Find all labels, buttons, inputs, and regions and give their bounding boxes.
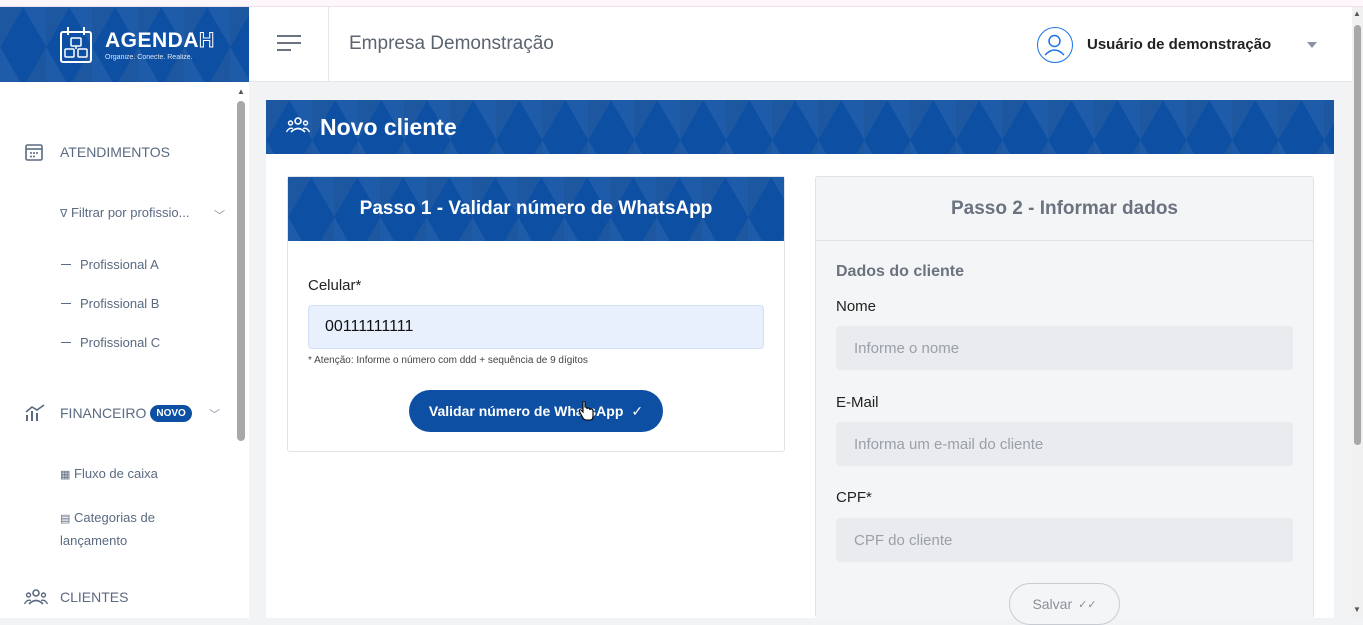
- nav-atendimentos[interactable]: ATENDIMENTOS: [24, 142, 170, 162]
- sidebar-item-categorias[interactable]: ▤ Categorias de lançamento: [60, 507, 155, 551]
- company-name: Empresa Demonstração: [349, 33, 554, 54]
- users-icon: [285, 116, 311, 139]
- save-button[interactable]: Salvar ✓✓: [1009, 583, 1120, 625]
- name-input[interactable]: Informe o nome: [836, 326, 1293, 370]
- browser-top-strip: [0, 0, 1363, 7]
- brand-tagline: Organize. Conecte. Realize.: [105, 53, 193, 61]
- nav-clientes-label: CLIENTES: [60, 589, 129, 605]
- nav-atendimentos-label: ATENDIMENTOS: [60, 144, 170, 160]
- categorias-label-line1: Categorias de: [74, 510, 155, 525]
- cpf-label: CPF*: [836, 489, 872, 506]
- calculator-icon: ▤: [60, 513, 71, 525]
- scroll-up-arrow-icon[interactable]: ▲: [237, 87, 245, 96]
- sidebar-item-professional-a[interactable]: Profissional A: [61, 257, 159, 272]
- name-label: Nome: [836, 298, 877, 315]
- phone-input[interactable]: 00111111111: [308, 305, 764, 349]
- calendar-icon: [24, 142, 50, 162]
- step1-title: Passo 1 - Validar número de WhatsApp: [288, 177, 784, 241]
- menu-toggle-icon[interactable]: [277, 35, 301, 56]
- professional-label: Profissional A: [80, 257, 159, 272]
- nav-clientes[interactable]: CLIENTES: [24, 588, 128, 606]
- sidebar-item-professional-b[interactable]: Profissional B: [61, 296, 159, 311]
- users-icon: [24, 588, 50, 606]
- chart-trend-icon: [24, 403, 50, 423]
- dash-icon: [61, 342, 71, 343]
- sidebar-scrollbar[interactable]: ▲: [235, 87, 249, 618]
- brand-name-bold: AGENDA: [105, 28, 200, 52]
- step2-panel: Passo 2 - Informar dados Dados do client…: [815, 176, 1314, 625]
- email-label: E-Mail: [836, 394, 879, 411]
- page-scroll-up-icon[interactable]: ▲: [1353, 9, 1361, 18]
- brand-header[interactable]: AGENDAH Organize. Conecte. Realize.: [0, 7, 249, 82]
- step1-panel: Passo 1 - Validar número de WhatsApp Cel…: [287, 176, 785, 452]
- categorias-label-line2: lançamento: [60, 533, 128, 548]
- step2-title: Passo 2 - Informar dados: [816, 177, 1313, 241]
- brand-name: AGENDAH: [105, 28, 215, 53]
- user-name[interactable]: Usuário de demonstração: [1087, 36, 1271, 53]
- page-title: Novo cliente: [320, 113, 457, 140]
- filter-icon: ∇: [60, 208, 68, 220]
- sidebar: AGENDAH Organize. Conecte. Realize. ATEN…: [0, 7, 249, 618]
- save-label: Salvar: [1032, 596, 1073, 612]
- page-scroll-down-icon[interactable]: ▼: [1353, 605, 1361, 614]
- filter-professional-select[interactable]: ∇ Filtrar por profissio...: [60, 205, 189, 220]
- sidebar-item-professional-c[interactable]: Profissional C: [61, 335, 160, 350]
- page-scroll-thumb[interactable]: [1354, 25, 1361, 445]
- cpf-input[interactable]: CPF do cliente: [836, 518, 1293, 562]
- validate-whatsapp-button[interactable]: Validar número de WhatsApp ✓: [409, 390, 663, 432]
- page-header: Novo cliente: [266, 100, 1334, 154]
- brand-name-outline: H: [199, 28, 215, 52]
- top-header: Empresa Demonstração Usuário de demonstr…: [249, 7, 1352, 82]
- validate-label: Validar número de WhatsApp: [428, 403, 624, 419]
- phone-label: Celular*: [308, 277, 362, 294]
- check-icon: ✓: [631, 402, 644, 419]
- filter-label: Filtrar por profissio...: [70, 205, 190, 220]
- new-client-card: Novo cliente Passo 1 - Validar número de…: [266, 100, 1334, 625]
- professional-label: Profissional B: [80, 296, 160, 311]
- header-divider: [328, 7, 329, 82]
- page-scrollbar[interactable]: ▲ ▼: [1352, 7, 1363, 618]
- sidebar-scroll-thumb[interactable]: [237, 101, 245, 441]
- new-badge: NOVO: [150, 404, 192, 422]
- professional-label: Profissional C: [80, 335, 161, 350]
- dash-icon: [61, 264, 71, 265]
- filter-chevron-down-icon[interactable]: ﹀: [214, 207, 225, 223]
- user-avatar-icon[interactable]: [1037, 27, 1073, 63]
- double-check-icon: ✓✓: [1078, 598, 1097, 611]
- phone-hint: * Atenção: Informe o número com ddd + se…: [308, 355, 588, 366]
- cash-register-icon: ▦: [60, 469, 71, 481]
- user-menu-caret-icon[interactable]: [1307, 42, 1317, 48]
- agendah-logo-icon: [55, 24, 97, 66]
- fluxo-label: Fluxo de caixa: [74, 466, 158, 481]
- hand-cursor-icon: [578, 400, 594, 426]
- nav-financeiro-label: FINANCEIRO: [60, 405, 147, 421]
- client-data-title: Dados do cliente: [836, 263, 965, 280]
- financeiro-chevron-down-icon[interactable]: ﹀: [209, 406, 220, 422]
- dash-icon: [61, 303, 71, 304]
- email-input[interactable]: Informa um e-mail do cliente: [836, 422, 1293, 466]
- sidebar-item-fluxo-caixa[interactable]: ▦ Fluxo de caixa: [60, 466, 158, 481]
- nav-financeiro[interactable]: FINANCEIRO NOVO: [24, 403, 192, 423]
